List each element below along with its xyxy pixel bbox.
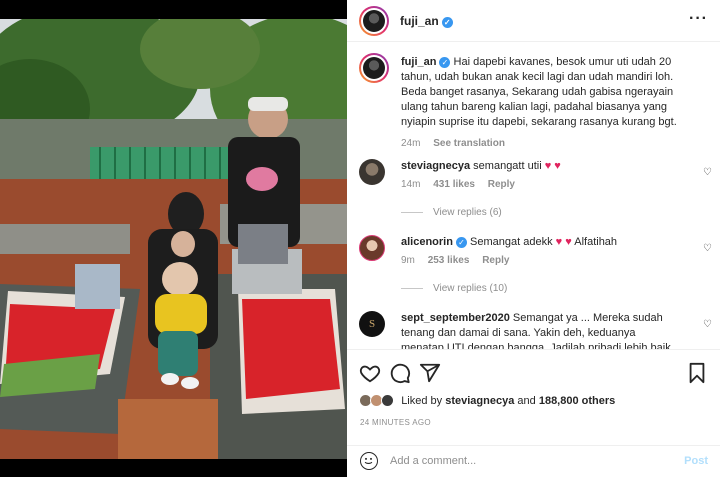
comments-feed[interactable]: fuji_an ✓ Hai dapebi kavanes, besok umur … xyxy=(347,43,720,349)
caption-author-avatar[interactable] xyxy=(359,53,389,83)
commenter-username[interactable]: steviagnecya xyxy=(401,160,470,172)
author-username-text[interactable]: fuji_an xyxy=(400,14,439,28)
reply-button[interactable]: Reply xyxy=(482,255,509,266)
liked-by-and: and xyxy=(517,395,536,407)
add-comment-input[interactable]: Add a comment... xyxy=(390,455,476,467)
commenter-username[interactable]: sept_september2020 xyxy=(401,312,510,324)
reply-button[interactable]: Reply xyxy=(488,179,515,190)
comment-age: 14m xyxy=(401,179,421,190)
post-caption: fuji_an ✓ Hai dapebi kavanes, besok umur … xyxy=(401,55,701,151)
heart-emoji: ♥ ♥ xyxy=(555,236,572,248)
like-comment-heart-icon[interactable]: ♡ xyxy=(703,243,712,254)
view-replies-button[interactable]: View replies (10) xyxy=(401,283,507,294)
comment-text: semangatt utii xyxy=(473,160,542,172)
author-avatar[interactable] xyxy=(359,6,389,36)
heart-icon[interactable] xyxy=(359,362,381,384)
commenter-avatar[interactable]: S xyxy=(359,311,385,337)
more-icon[interactable]: ··· xyxy=(689,10,708,28)
commenter-avatar[interactable] xyxy=(359,235,385,261)
comment-icon[interactable] xyxy=(389,362,411,384)
comment-body: sept_september2020 Semangat ya ... Merek… xyxy=(401,311,681,349)
view-replies-label[interactable]: View replies (6) xyxy=(433,207,502,218)
view-replies-button[interactable]: View replies (6) xyxy=(401,207,502,218)
caption-author[interactable]: fuji_an xyxy=(401,56,436,68)
comment-meta: 9m 253 likes Reply xyxy=(401,255,519,266)
liked-by-prefix: Liked by xyxy=(401,395,443,407)
bookmark-icon[interactable] xyxy=(686,362,708,384)
post-comment-button[interactable]: Post xyxy=(684,455,708,467)
add-comment-bar: Add a comment... Post xyxy=(347,445,720,477)
like-comment-heart-icon[interactable]: ♡ xyxy=(703,167,712,178)
commenter-username[interactable]: alicenorin xyxy=(401,236,453,248)
comment-body: alicenorin ✓ Semangat adekk ♥ ♥ Alfatihah xyxy=(401,235,681,250)
comment-body: steviagnecya semangatt utii ♥ ♥ xyxy=(401,159,681,174)
post-photo-illustration xyxy=(0,19,347,459)
comment-meta: 14m 431 likes Reply xyxy=(401,179,525,190)
see-translation-link[interactable]: See translation xyxy=(433,138,505,149)
instagram-post-viewer: fuji_an ✓ ··· fuji_an ✓ Hai dapebi kavanes… xyxy=(0,0,720,477)
share-icon[interactable] xyxy=(419,362,441,384)
view-replies-label[interactable]: View replies (10) xyxy=(433,283,507,294)
verified-icon: ✓ xyxy=(441,17,453,28)
liked-by: Liked by steviagnecya and 188,800 others xyxy=(359,394,615,407)
post-photo[interactable] xyxy=(0,19,347,459)
emoji-icon[interactable] xyxy=(360,452,378,470)
verified-icon: ✓ xyxy=(455,237,467,248)
post-timestamp: 24 MINUTES AGO xyxy=(360,418,431,427)
comment-extra-text: Alfatihah xyxy=(574,236,618,248)
commenter-avatar[interactable] xyxy=(359,159,385,185)
like-comment-heart-icon[interactable]: ♡ xyxy=(703,319,712,330)
photo-pane xyxy=(0,0,347,477)
post-actions: Liked by steviagnecya and 188,800 others… xyxy=(347,349,720,449)
comment-likes[interactable]: 431 likes xyxy=(433,179,475,190)
comment-age: 9m xyxy=(401,255,415,266)
liked-by-user[interactable]: steviagnecya xyxy=(445,395,514,407)
caption-meta: 24m See translation xyxy=(401,136,701,151)
liker-avatar xyxy=(381,394,395,407)
post-sidebar: fuji_an ✓ ··· fuji_an ✓ Hai dapebi kavanes… xyxy=(347,0,720,477)
liked-by-count[interactable]: 188,800 others xyxy=(539,395,615,407)
comment-text: Semangat adekk xyxy=(470,236,553,248)
heart-emoji: ♥ ♥ xyxy=(544,160,561,172)
comment-likes[interactable]: 253 likes xyxy=(428,255,470,266)
author-username[interactable]: fuji_an ✓ xyxy=(400,14,453,28)
verified-icon: ✓ xyxy=(439,57,451,68)
caption-age: 24m xyxy=(401,138,421,149)
post-header: fuji_an ✓ ··· xyxy=(347,0,720,42)
